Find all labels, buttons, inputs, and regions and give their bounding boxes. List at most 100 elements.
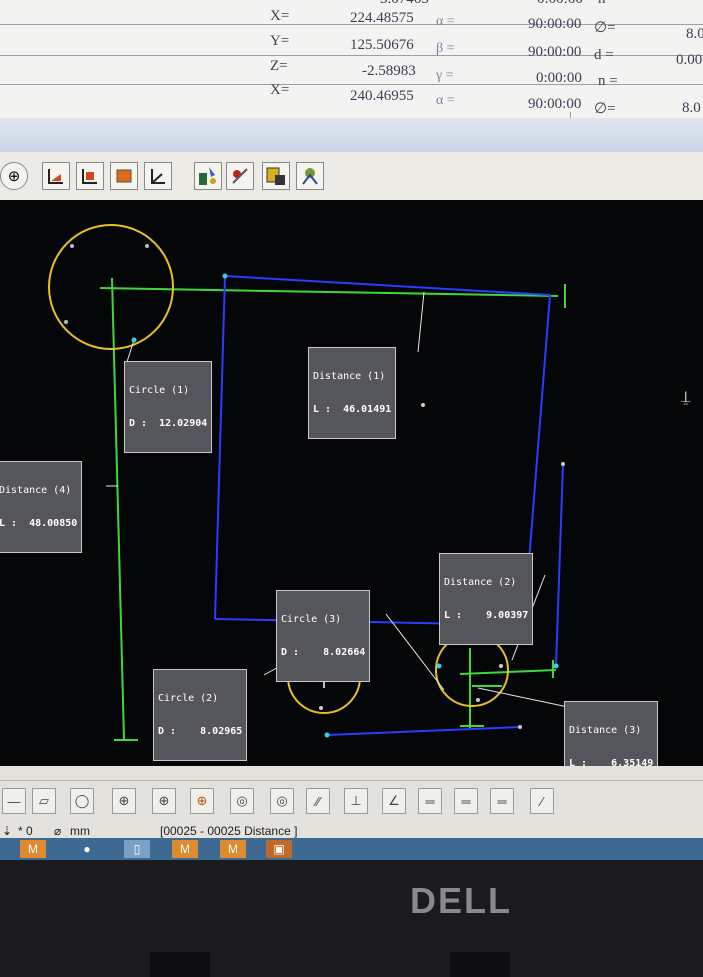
leader-line xyxy=(385,613,445,691)
coord-greek: γ = xyxy=(436,68,454,83)
partial-n: n = xyxy=(598,0,618,8)
units-text: mm xyxy=(70,824,90,838)
coord-angle: 90:00:00 xyxy=(528,44,582,60)
axes-icon[interactable] xyxy=(42,162,70,190)
measure-point xyxy=(499,664,503,668)
dell-logo: DELL xyxy=(410,880,512,921)
plane-icon[interactable] xyxy=(110,162,138,190)
label-title: Circle (1) xyxy=(129,385,190,396)
counter-icon: ⇣ xyxy=(2,824,13,838)
coord-sym: n = xyxy=(598,73,618,89)
label-distance-4[interactable]: Distance (4) L : 48.00850 xyxy=(0,461,83,553)
label-title: Distance (2) xyxy=(444,577,517,588)
circle-icon[interactable]: ◯ xyxy=(70,788,94,814)
coord-axis: X= xyxy=(270,82,290,98)
paperclip-icon: ⌀ xyxy=(54,824,62,838)
label-title: Distance (4) xyxy=(0,485,72,496)
coord-extra: 8.0 xyxy=(686,26,703,42)
concentric-icon[interactable]: ◎ xyxy=(230,788,254,814)
point-icon[interactable]: ⊕ xyxy=(112,788,136,814)
blue-line xyxy=(326,726,521,736)
measure-point xyxy=(476,698,480,702)
perpendicular-icon[interactable]: ⊥ xyxy=(344,788,368,814)
leader-line xyxy=(417,291,425,353)
coordinate-panel: 3.07463 0:00:00 n = X= 224.48575 α = 90:… xyxy=(0,0,703,126)
coord-sym: ∅= xyxy=(594,20,616,36)
coord-greek: β = xyxy=(436,41,455,56)
add-icon[interactable]: ⊕ xyxy=(0,162,28,190)
blue-line xyxy=(214,275,226,620)
circle-1 xyxy=(48,224,174,350)
angle-icon[interactable]: ∠ xyxy=(382,788,406,814)
partial-angle: 0:00:00 xyxy=(537,0,583,8)
label-value: L : 9.00397 xyxy=(444,610,529,621)
measure-point xyxy=(436,663,442,669)
label-title: Circle (2) xyxy=(158,693,219,704)
coord-sym: d = xyxy=(594,47,614,63)
coord-angle: 90:00:00 xyxy=(528,16,582,32)
measure-point xyxy=(64,320,68,324)
coord-greek: α = xyxy=(436,14,455,29)
taskbar-app-icon[interactable]: M xyxy=(172,840,198,858)
counter-text: * 0 xyxy=(18,824,33,838)
label-distance-2[interactable]: Distance (2) L : 9.00397 xyxy=(439,553,534,645)
probe-tools-icon[interactable] xyxy=(194,162,222,190)
label-value: L : 46.01491 xyxy=(313,404,392,415)
monitor-bezel: DELL xyxy=(0,860,703,977)
monitor-stand xyxy=(450,952,510,977)
coord-axis: X= xyxy=(270,8,290,24)
label-distance-1[interactable]: Distance (1) L : 46.01491 xyxy=(308,347,397,439)
measure-point xyxy=(145,244,149,248)
parallel-lines-icon[interactable]: ∕∕ xyxy=(306,788,330,814)
parallelogram-icon[interactable]: ▱ xyxy=(32,788,56,814)
label-circle-2[interactable]: Circle (2) D : 8.02965 xyxy=(153,669,248,761)
taskbar-app-icon[interactable]: ● xyxy=(74,840,100,858)
measurement-canvas[interactable]: ⍊ Circle (1) D : 12.02904 Distance (1) L… xyxy=(0,200,703,793)
label-title: Distance (3) xyxy=(569,725,642,736)
coord-angle: 0:00:00 xyxy=(536,70,582,86)
distance-parallel-icon[interactable]: ═ xyxy=(454,788,478,814)
label-value: D : 8.02965 xyxy=(158,726,243,737)
partial-value: 3.07463 xyxy=(380,0,429,8)
save-icon[interactable] xyxy=(262,162,290,190)
label-title: Circle (3) xyxy=(281,614,342,625)
measure-point xyxy=(421,403,425,407)
label-title: Distance (1) xyxy=(313,371,386,382)
coord-value: 240.46955 xyxy=(350,88,414,104)
coord-sym: ∅= xyxy=(594,101,616,117)
distance-icon[interactable]: ═ xyxy=(418,788,442,814)
label-circle-3[interactable]: Circle (3) D : 8.02664 xyxy=(276,590,371,682)
label-value: D : 12.02904 xyxy=(129,418,208,429)
line-icon[interactable]: — xyxy=(2,788,26,814)
measure-point xyxy=(324,732,330,738)
measure-point xyxy=(319,706,323,710)
measure-point xyxy=(70,244,74,248)
point-target-icon[interactable]: ⊕ xyxy=(152,788,176,814)
taskbar-app-icon[interactable]: ▯ xyxy=(124,840,150,858)
main-toolbar: ⊕ xyxy=(0,152,703,201)
taskbar-app-icon[interactable]: M xyxy=(20,840,46,858)
taskbar-app-icon[interactable]: M xyxy=(220,840,246,858)
leader-line xyxy=(477,687,569,708)
edge-marker-icon: ⍊ xyxy=(681,387,691,406)
distance-offset-icon[interactable]: ═ xyxy=(490,788,514,814)
slope-icon[interactable]: ∕ xyxy=(530,788,554,814)
axes-red-icon[interactable] xyxy=(76,162,104,190)
label-circle-1[interactable]: Circle (1) D : 12.02904 xyxy=(124,361,213,453)
measure-tool-icon[interactable] xyxy=(226,162,254,190)
label-value: D : 8.02664 xyxy=(281,647,366,658)
measure-point xyxy=(561,462,565,466)
label-value: L : 48.00850 xyxy=(0,518,78,529)
settings-icon[interactable] xyxy=(296,162,324,190)
coord-value: 125.50676 xyxy=(350,37,414,53)
axes-outline-icon[interactable] xyxy=(144,162,172,190)
measure-point xyxy=(131,337,137,343)
point-orange-icon[interactable]: ⊕ xyxy=(190,788,214,814)
ring-icon[interactable]: ◎ xyxy=(270,788,294,814)
blue-line xyxy=(555,463,564,667)
taskbar-app-icon[interactable]: ▣ xyxy=(266,840,292,858)
measure-point xyxy=(518,725,522,729)
coord-value: 224.48575 xyxy=(350,10,414,26)
coord-extra: 8.0 xyxy=(682,100,701,116)
coord-value: -2.58983 xyxy=(362,63,416,79)
